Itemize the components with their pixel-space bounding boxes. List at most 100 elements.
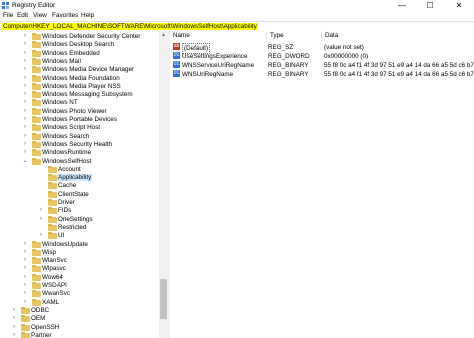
value-type: REG_DWORD [268, 53, 310, 60]
tree-item-label: Windows Media Foundation [42, 74, 120, 82]
tree-item-label: OneSettings [58, 215, 93, 223]
folder-icon [32, 74, 41, 82]
folder-icon [32, 257, 41, 265]
folder-icon [48, 199, 57, 206]
tree-item-label: UI [58, 232, 65, 240]
folder-icon [48, 174, 57, 182]
folder-icon [32, 57, 41, 65]
folder-icon [32, 132, 41, 140]
tree-item-label: Windows Security Health [42, 140, 112, 148]
value-name: UseSettingsExperience [182, 53, 248, 60]
string-value-icon: ab [173, 43, 180, 50]
tree-item-label: WwanSvc [42, 290, 70, 298]
folder-icon [48, 223, 57, 231]
column-header-name[interactable]: Name [170, 31, 267, 41]
menu-bar: File Edit View Favorites Help [0, 11, 474, 21]
value-row[interactable]: 01 WNSServiceUriRegName REG_BINARY 55 f8 0c… [170, 61, 474, 70]
expand-chevron-icon[interactable]: › [10, 331, 18, 338]
folder-icon [32, 140, 41, 148]
tree-scrollbar[interactable]: ▲ [159, 31, 168, 338]
menu-edit[interactable]: Edit [17, 12, 28, 19]
folder-icon [21, 331, 30, 338]
value-row[interactable]: 01 UseSettingsExperience REG_DWORD 0x000000… [170, 52, 474, 61]
tree-item-label: WindowsSelfHost [42, 157, 92, 165]
folder-icon [21, 323, 30, 331]
value-name: WNSUriRegName [182, 71, 234, 78]
value-data: 0x00000000 (0) [324, 53, 369, 60]
folder-icon [32, 298, 41, 306]
tree-item-label: Windows Embedded [42, 49, 100, 57]
tree-item-label: Wisp [42, 248, 56, 256]
folder-icon [32, 124, 41, 132]
tree-item-label: Windows Desktop Search [42, 41, 115, 49]
tree-item-label: Windows Portable Devices [42, 116, 117, 123]
tree-item-label: Cache [58, 182, 77, 190]
folder-icon [32, 149, 41, 157]
close-button[interactable]: ✕ [447, 0, 471, 11]
tree-item-label: WindowsRuntime [42, 149, 91, 157]
value-row[interactable]: 01 WNSUriRegName REG_BINARY 55 f8 0c a4 f1 … [170, 70, 474, 79]
tree-item-label: Windows Search [42, 132, 90, 140]
tree-item-label: FIDs [58, 207, 72, 215]
menu-file[interactable]: File [3, 12, 13, 19]
title-bar: Registry Editor — ☐ ✕ [0, 0, 474, 11]
key-tree[interactable]: › Windows Defender Security Center › Window… [0, 31, 168, 338]
folder-icon [48, 215, 57, 223]
menu-view[interactable]: View [33, 12, 47, 19]
window-title: Registry Editor [12, 2, 56, 9]
folder-icon [32, 265, 41, 273]
folder-icon [32, 282, 41, 289]
address-path[interactable]: Computer\HKEY_LOCAL_MACHINE\SOFTWARE\Mic… [2, 23, 258, 30]
values-list[interactable]: Name Type Data ab (Default) REG_SZ (value n… [170, 31, 474, 338]
column-header-data[interactable]: Data [322, 31, 474, 41]
folder-icon [48, 190, 57, 198]
folder-icon [32, 290, 41, 298]
tree-item-label: XAML [42, 298, 60, 306]
folder-icon [32, 33, 41, 40]
folder-icon [21, 315, 30, 323]
tree-item-label: Windows Photo Viewer [42, 107, 107, 115]
tree-item-label: OpenSSH [31, 323, 60, 331]
value-name: WNSServiceUriRegName [182, 62, 255, 69]
value-data: 55 f8 0c a4 f1 4f 3d 97 51 e9 a4 14 da 6… [324, 71, 474, 78]
tree-item-label: WlanSvc [42, 257, 67, 265]
minimize-button[interactable]: — [390, 0, 414, 11]
folder-icon [48, 207, 57, 215]
tree-item-label: WindowsUpdate [42, 240, 88, 248]
tree-item-label: Restricted [58, 223, 87, 231]
folder-icon [32, 99, 41, 107]
maximize-button[interactable]: ☐ [418, 0, 442, 11]
tree-item-label: Wow64 [42, 273, 63, 281]
folder-icon [32, 91, 41, 99]
expand-chevron-icon[interactable]: ⌄ [21, 157, 29, 166]
value-type: REG_BINARY [268, 62, 309, 69]
value-type: REG_BINARY [268, 71, 309, 78]
value-type: REG_SZ [268, 44, 294, 51]
scrollbar-thumb[interactable] [160, 279, 167, 319]
tree-item[interactable]: › Partner [13, 331, 53, 338]
tree-item-label: Account [58, 165, 81, 173]
tree-item-label: Windows Media Device Manager [42, 66, 135, 74]
tree-item-label: Partner [31, 331, 52, 338]
value-data: 55 f8 0c a4 f1 4f 3d 97 51 e9 a4 14 da 6… [324, 62, 474, 69]
value-row[interactable]: ab (Default) REG_SZ (value not set) [170, 43, 474, 54]
folder-icon [32, 107, 41, 115]
scroll-up-icon[interactable]: ▲ [159, 31, 168, 39]
tree-item-label: Windows Messaging Subsystem [42, 91, 133, 99]
menu-favorites[interactable]: Favorites [52, 12, 78, 19]
expand-chevron-icon[interactable]: › [37, 215, 45, 224]
folder-icon [32, 116, 41, 123]
tree-item-label: Wlpasvc [42, 265, 66, 273]
value-data: (value not set) [324, 44, 364, 51]
folder-icon [32, 240, 41, 248]
tree-item-label: Windows Script Host [42, 124, 101, 132]
column-header-type[interactable]: Type [267, 31, 322, 41]
folder-icon [32, 66, 41, 74]
menu-help[interactable]: Help [81, 12, 94, 19]
registry-editor-icon [2, 2, 9, 9]
folder-icon [21, 306, 30, 314]
tree-item-label: WSDAPI [42, 282, 67, 289]
expand-chevron-icon[interactable]: › [21, 298, 29, 307]
tree-item-label: Applicability [57, 174, 93, 182]
binary-value-icon: 01 [173, 61, 180, 68]
